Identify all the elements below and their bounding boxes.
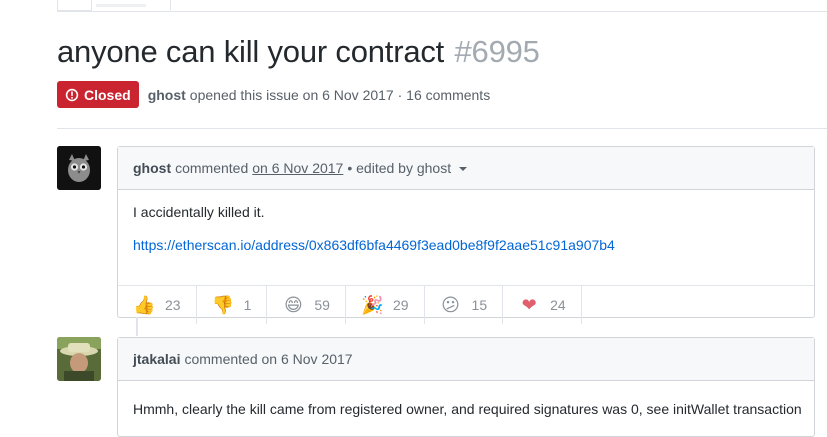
comment-card: ghost commented on 6 Nov 2017 • edited b… [117,146,815,324]
jtakalai-avatar-icon [57,337,101,381]
reaction-thumbs-up[interactable]: 👍 23 [118,286,197,324]
issue-closed-icon [65,88,79,101]
reaction-heart[interactable]: ❤ 24 [503,286,582,324]
reaction-count: 1 [243,297,252,313]
reaction-count: 15 [471,297,488,313]
avatar[interactable] [57,337,101,381]
edited-history-toggle[interactable]: • edited by ghost [347,160,467,176]
comment-verb: commented [175,160,249,176]
caret-down-icon [458,167,467,172]
tab-stub[interactable] [90,0,171,10]
state-label: Closed [84,86,131,103]
thumbs-up-icon: 👍 [133,295,156,315]
reaction-count: 59 [314,297,330,313]
confused-icon: 😕 [441,295,460,315]
reaction-confused[interactable]: 😕 15 [425,286,504,324]
thumbs-down-icon: 👎 [211,295,234,315]
reaction-laugh[interactable]: 😄 59 [267,286,346,324]
edited-label: • edited by ghost [347,160,452,176]
reaction-hooray[interactable]: 🎉 29 [346,286,425,324]
issue-title: anyone can kill your contract #6995 [57,34,540,70]
issue-author-link[interactable]: ghost [148,87,186,103]
state-badge: Closed [57,81,139,108]
comment-body: Hmmh, clearly the kill came from registe… [118,381,814,417]
ghost-avatar-icon [57,146,101,190]
comment-text: I accidentally killed it. [133,204,265,220]
issue-meta: Closed ghost opened this issue on 6 Nov … [57,81,490,108]
comment-card: jtakalai commented on 6 Nov 2017 Hmmh, c… [117,337,815,437]
issue-meta-text: opened this issue on 6 Nov 2017 · 16 com… [189,86,491,103]
reaction-count: 23 [165,297,181,313]
header-divider [57,128,827,129]
comment-author-link[interactable]: ghost [133,160,171,176]
reaction-thumbs-down[interactable]: 👎 1 [197,286,268,324]
comment-verb: commented on 6 Nov 2017 [184,351,353,367]
heart-icon: ❤ [521,295,537,315]
reaction-count: 29 [392,297,409,313]
tab-stub[interactable] [57,0,92,11]
laugh-icon: 😄 [283,295,303,315]
comment-author-link[interactable]: jtakalai [133,351,180,367]
etherscan-link[interactable]: https://etherscan.io/address/0x863df6bfa… [133,237,615,253]
issue-title-text: anyone can kill your contract [57,34,445,69]
comment-header: jtakalai commented on 6 Nov 2017 [118,338,814,381]
reactions-bar: 👍 23 👎 1 😄 59 🎉 29 😕 15 ❤ 24 [118,285,814,324]
hooray-icon: 🎉 [360,295,384,315]
timeline-connector [136,317,138,336]
comment-text: Hmmh, clearly the kill came from registe… [133,401,802,417]
top-tab-strip [57,0,827,12]
issue-number: #6995 [454,34,540,69]
comment-header: ghost commented on 6 Nov 2017 • edited b… [118,147,814,190]
avatar[interactable] [57,146,101,190]
comment-body: I accidentally killed it. https://ethers… [118,190,814,253]
comment-date-link[interactable]: on 6 Nov 2017 [252,160,343,176]
reaction-count: 24 [550,297,566,313]
